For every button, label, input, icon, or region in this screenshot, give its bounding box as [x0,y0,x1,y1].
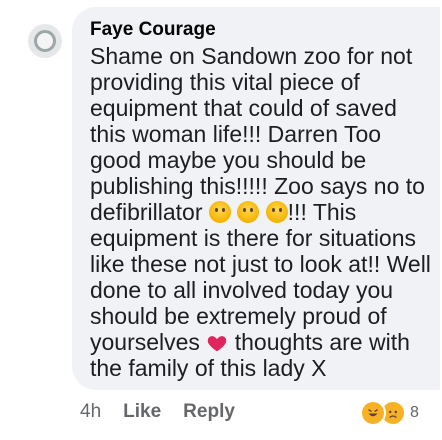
comment-actions: 4h Like Reply [80,401,235,423]
avatar-image [34,30,56,52]
reaction-count: 8 [410,404,419,421]
like-button[interactable]: Like [123,401,161,423]
haha-reaction-icon [360,400,386,426]
comment-author[interactable]: Faye Courage [90,19,216,41]
crying-face-icon [265,201,288,223]
heart-icon [208,336,227,352]
comment-timestamp[interactable]: 4h [80,401,101,423]
reactions-summary[interactable]: 8 [360,400,419,426]
reply-button[interactable]: Reply [183,401,235,423]
comment-text-part1: Shame on Sandown zoo for not providing t… [90,43,425,225]
comment-text: Shame on Sandown zoo for not providing t… [90,43,434,381]
avatar[interactable] [28,24,62,58]
crying-face-icon [237,201,260,223]
comment-bubble: Faye Courage Shame on Sandown zoo for no… [72,7,440,390]
crying-face-icon [208,201,231,223]
